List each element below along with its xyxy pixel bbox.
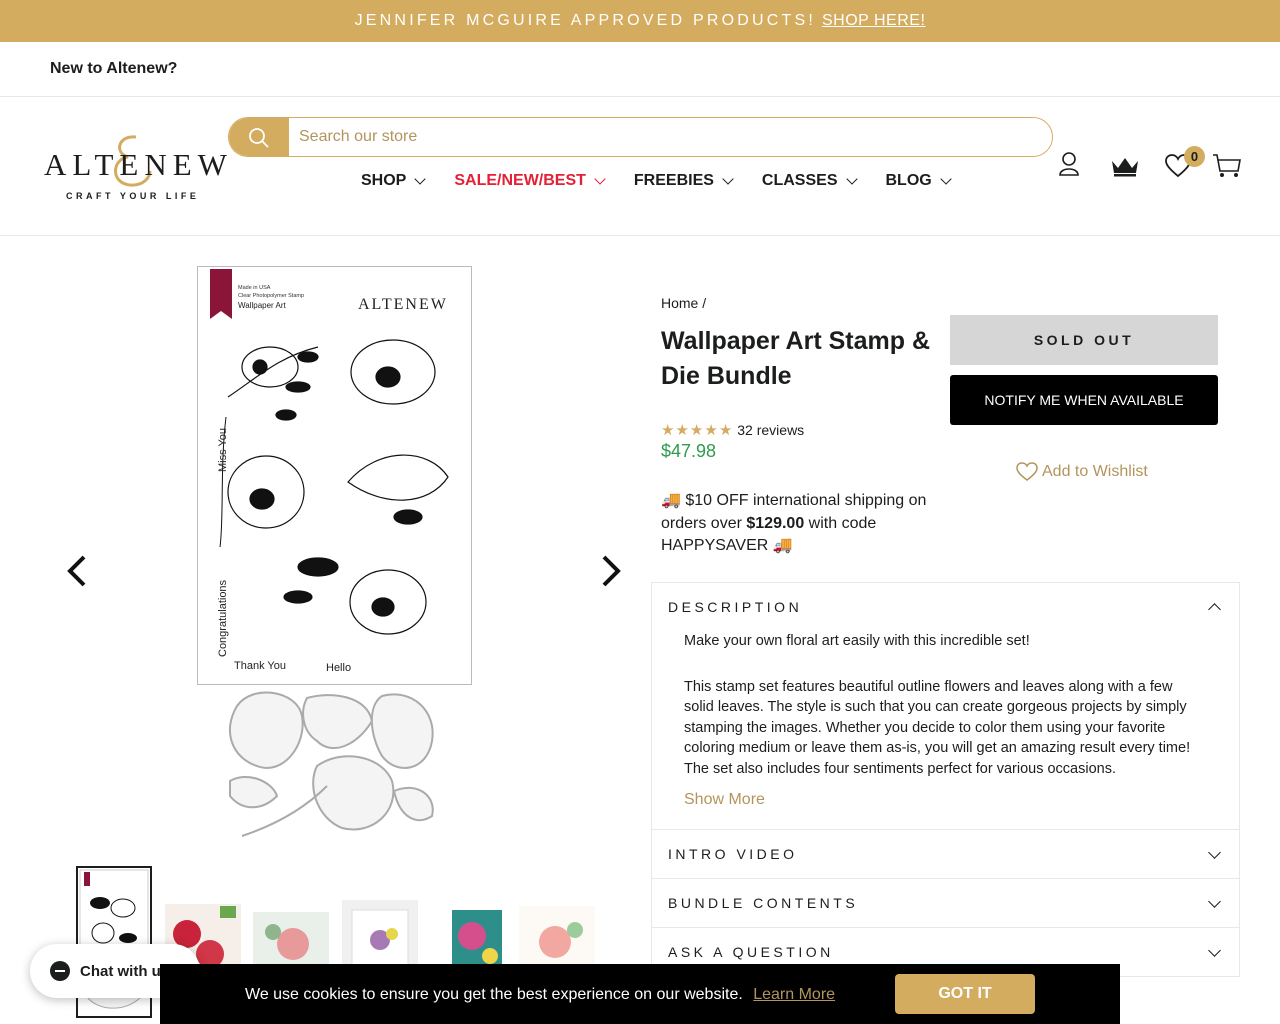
shipping-amount: $129.00 [746, 514, 805, 532]
site-header: ALTENEW CRAFT YOUR LIFE SHOP SALE/NEW/BE… [0, 97, 1280, 236]
description-accordion: DESCRIPTION Make your own floral art eas… [651, 582, 1240, 830]
nav-blog[interactable]: BLOG [871, 171, 965, 191]
stamp-brand: ALTENEW [358, 296, 448, 313]
chevron-down-icon [594, 173, 606, 185]
nav-shop-label: SHOP [361, 172, 407, 189]
chevron-right-icon [602, 555, 621, 587]
shipping-promo: 🚚 $10 OFF international shipping on orde… [661, 490, 941, 558]
intro-video-header[interactable]: INTRO VIDEO [652, 830, 1239, 878]
stamp-header-line2: Clear Photopolymer Stamp [238, 293, 304, 299]
product-title: Wallpaper Art Stamp & Die Bundle [661, 327, 931, 390]
truck-icon: 🚚 [772, 537, 793, 554]
crown-icon[interactable] [1110, 155, 1140, 177]
breadcrumb-home[interactable]: Home / [661, 295, 706, 311]
star-icon: ★ [675, 422, 689, 439]
intro-video-title: INTRO VIDEO [668, 846, 798, 862]
sentiment-hello: Hello [326, 662, 351, 674]
star-icon: ★ [661, 422, 675, 439]
intro-video-accordion[interactable]: INTRO VIDEO [651, 829, 1240, 879]
prev-image-button[interactable] [66, 554, 88, 597]
search-button[interactable] [229, 118, 289, 156]
sold-out-button[interactable]: SOLD OUT [950, 315, 1218, 365]
star-icon: ★ [704, 422, 718, 439]
nav-freebies[interactable]: FREEBIES [619, 171, 747, 191]
cookie-message: We use cookies to ensure you get the bes… [245, 986, 835, 1004]
search-bar [228, 117, 1053, 157]
bundle-contents-header[interactable]: BUNDLE CONTENTS [652, 879, 1239, 927]
star-icon: ★ [718, 422, 733, 439]
stamp-sheet-illustration: Made in USA Clear Photopolymer Stamp Wal… [210, 269, 449, 674]
show-more-link[interactable]: Show More [684, 790, 1195, 811]
chevron-left-icon [67, 555, 86, 587]
chevron-down-icon [1208, 894, 1221, 908]
chevron-down-icon [414, 173, 427, 185]
add-to-wishlist-button[interactable]: Add to Wishlist [1016, 462, 1148, 482]
product-gallery: Made in USA Clear Photopolymer Stamp Wal… [0, 236, 650, 1024]
thumbnail-4[interactable] [342, 900, 418, 974]
description-details: This stamp set features beautiful outlin… [684, 678, 1191, 777]
die-set-illustration [228, 691, 434, 837]
nav-freebies-label: FREEBIES [633, 172, 714, 189]
star-icon: ★ [689, 422, 704, 439]
logo-tagline: CRAFT YOUR LIFE [66, 191, 200, 201]
nav-sale[interactable]: SALE/NEW/BEST [439, 171, 619, 191]
sentiment-thank-you: Thank You [234, 660, 286, 672]
chevron-down-icon [845, 173, 858, 185]
nav-sale-label: SALE/NEW/BEST [454, 172, 586, 189]
stamp-name: Wallpaper Art [238, 301, 287, 310]
bundle-contents-title: BUNDLE CONTENTS [668, 895, 859, 911]
thumbnail-card-white [342, 900, 418, 974]
description-header[interactable]: DESCRIPTION [652, 583, 1239, 631]
nav-classes[interactable]: CLASSES [747, 171, 871, 191]
announcement-text: JENNIFER MCGUIRE APPROVED PRODUCTS! [354, 12, 816, 29]
chevron-down-icon [1208, 845, 1221, 859]
learn-more-link[interactable]: Learn More [753, 986, 835, 1003]
chevron-down-icon [1208, 943, 1221, 957]
cart-icon[interactable] [1212, 153, 1242, 179]
ask-question-title: ASK A QUESTION [668, 944, 834, 960]
main-product-image[interactable]: Made in USA Clear Photopolymer Stamp Wal… [197, 266, 472, 685]
bundle-contents-accordion[interactable]: BUNDLE CONTENTS [651, 878, 1240, 928]
got-it-button[interactable]: GOT IT [895, 974, 1035, 1014]
description-intro: Make your own floral art easily with thi… [684, 633, 1030, 649]
announcement-bar: JENNIFER MCGUIRE APPROVED PRODUCTS! SHOP… [0, 0, 1280, 42]
logo-word: ALTENEW [44, 147, 233, 182]
account-icon[interactable] [1058, 151, 1080, 177]
chat-label: Chat with us [80, 962, 170, 980]
cookie-text: We use cookies to ensure you get the bes… [245, 986, 743, 1003]
description-title: DESCRIPTION [668, 599, 803, 615]
stamp-header-line1: Made in USA [238, 285, 271, 291]
product-price: $47.98 [661, 441, 717, 461]
nav-shop[interactable]: SHOP [346, 171, 439, 191]
sentiment-congratulations: Congratulations [217, 579, 229, 657]
new-to-bar: New to Altenew? [0, 42, 1280, 97]
cookie-banner: We use cookies to ensure you get the bes… [160, 964, 1120, 1024]
rating-stars[interactable]: ★ ★ ★ ★ ★ 32 reviews [661, 421, 804, 439]
wishlist-label: Add to Wishlist [1042, 463, 1148, 480]
nav-classes-label: CLASSES [761, 172, 838, 189]
nav-blog-label: BLOG [885, 172, 932, 189]
new-to-link[interactable]: New to Altenew? [50, 60, 177, 78]
chevron-up-icon [1208, 603, 1221, 616]
main-nav: SHOP SALE/NEW/BEST FREEBIES CLASSES BLOG [346, 171, 965, 191]
shop-here-link[interactable]: SHOP HERE! [822, 12, 925, 30]
chat-bubble-icon [50, 961, 70, 981]
description-body: Make your own floral art easily with thi… [652, 631, 1239, 811]
breadcrumb[interactable]: Home / [661, 295, 706, 311]
altenew-logo[interactable]: ALTENEW CRAFT YOUR LIFE [44, 127, 227, 205]
chevron-down-icon [722, 173, 734, 185]
next-image-button[interactable] [600, 554, 622, 597]
search-input[interactable] [289, 118, 1049, 156]
sentiment-miss-you: Miss You [217, 428, 229, 472]
truck-icon: 🚚 [661, 492, 681, 509]
notify-me-button[interactable]: NOTIFY ME WHEN AVAILABLE [950, 375, 1218, 425]
chevron-down-icon [940, 173, 952, 185]
review-count[interactable]: 32 reviews [737, 422, 804, 438]
search-icon [249, 128, 269, 148]
heart-outline-icon [1016, 462, 1038, 481]
wishlist-count-badge: 0 [1184, 146, 1205, 167]
